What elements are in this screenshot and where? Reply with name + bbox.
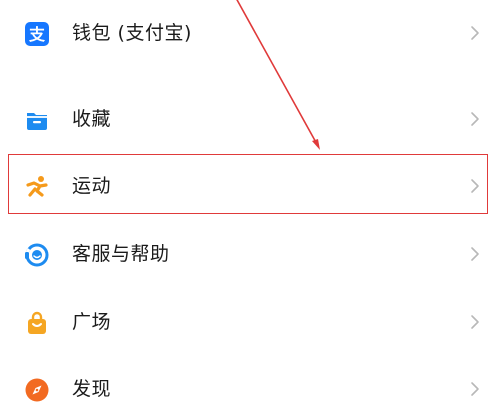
menu-item-sports[interactable]: 运动 xyxy=(0,161,496,211)
chevron-right-icon xyxy=(470,111,480,127)
chevron-right-icon xyxy=(470,381,480,397)
menu-item-wallet[interactable]: 支 钱包 (支付宝) xyxy=(0,8,496,58)
menu-item-label: 钱包 (支付宝) xyxy=(72,22,192,44)
chevron-right-icon xyxy=(470,314,480,330)
menu-item-label: 收藏 xyxy=(72,108,112,130)
menu-item-plaza[interactable]: 广场 xyxy=(0,297,496,347)
menu-item-customer-service[interactable]: 客服与帮助 xyxy=(0,229,496,279)
compass-icon xyxy=(24,377,50,403)
menu-item-label: 广场 xyxy=(72,311,112,333)
settings-menu: 支 钱包 (支付宝) 收藏 运动 客服与帮助 广场 发现 xyxy=(0,0,496,403)
menu-item-favorites[interactable]: 收藏 xyxy=(0,94,496,144)
menu-item-label: 发现 xyxy=(72,378,112,400)
customer-service-icon xyxy=(24,242,50,268)
svg-text:支: 支 xyxy=(28,25,46,44)
runner-icon xyxy=(24,174,50,200)
chevron-right-icon xyxy=(470,178,480,194)
menu-item-label: 客服与帮助 xyxy=(72,243,170,265)
menu-item-label: 运动 xyxy=(72,175,112,197)
alipay-icon: 支 xyxy=(24,21,50,47)
chevron-right-icon xyxy=(470,246,480,262)
menu-item-discover[interactable]: 发现 xyxy=(0,364,496,414)
shopping-bag-icon xyxy=(24,310,50,336)
folder-icon xyxy=(24,107,50,133)
chevron-right-icon xyxy=(470,25,480,41)
